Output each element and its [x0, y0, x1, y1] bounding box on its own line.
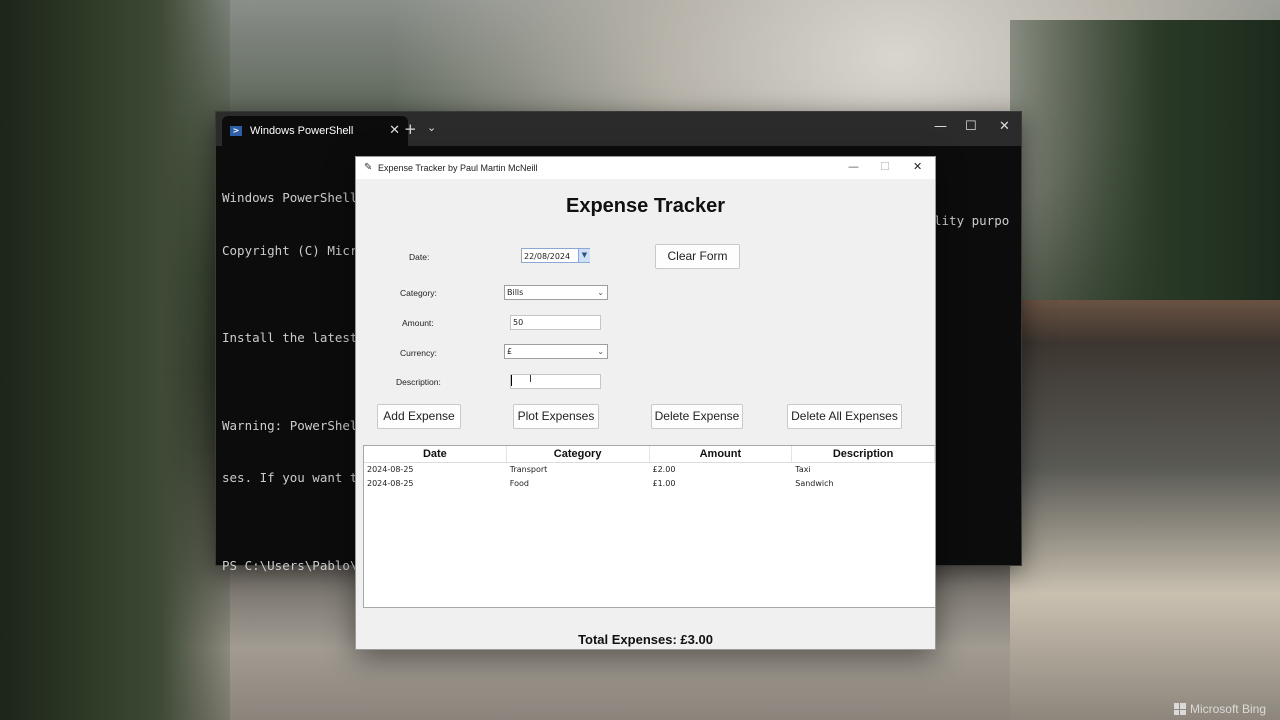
terminal-titlebar[interactable]: > Windows PowerShell ✕ + ⌄ — ☐ ✕	[216, 112, 1021, 146]
currency-select[interactable]: £ ⌄	[504, 344, 608, 359]
category-label: Category:	[400, 288, 437, 298]
delete-expense-button[interactable]: Delete Expense	[651, 404, 743, 429]
terminal-tab[interactable]: > Windows PowerShell ✕	[222, 116, 408, 146]
cell-amount: £2.00	[652, 465, 676, 474]
table-row[interactable]: 2024-08-25 Transport £2.00 Taxi	[364, 463, 935, 477]
column-header-amount[interactable]: Amount	[650, 446, 793, 462]
watermark-text: Microsoft Bing	[1189, 702, 1266, 716]
plot-expenses-button[interactable]: Plot Expenses	[513, 404, 599, 429]
description-label: Description:	[396, 377, 441, 387]
date-label: Date:	[409, 252, 430, 262]
cell-date: 2024-08-25	[367, 465, 414, 474]
clear-form-button[interactable]: Clear Form	[655, 244, 740, 269]
description-field[interactable]	[510, 374, 601, 389]
table-header: Date Category Amount Description	[364, 446, 935, 463]
amount-label: Amount:	[402, 318, 434, 328]
new-tab-icon[interactable]: +	[404, 120, 417, 138]
powershell-icon: >	[230, 126, 242, 136]
windows-logo-icon	[1173, 703, 1186, 715]
cell-amount: £1.00	[652, 479, 676, 488]
page-title: Expense Tracker	[566, 195, 725, 217]
close-window-icon[interactable]: ✕	[913, 160, 922, 173]
column-header-description[interactable]: Description	[792, 446, 935, 462]
cell-description: Taxi	[795, 465, 811, 474]
table-row[interactable]: 2024-08-25 Food £1.00 Sandwich	[364, 477, 935, 491]
calendar-dropdown-icon[interactable]: ▼	[578, 249, 590, 262]
amount-field[interactable]: 50	[510, 315, 601, 330]
terminal-tab-title: Windows PowerShell	[250, 125, 354, 137]
delete-all-expenses-button[interactable]: Delete All Expenses	[787, 404, 902, 429]
maximize-icon[interactable]: ☐	[965, 119, 977, 134]
terminal-line-fragment: lity purpo	[934, 213, 1010, 228]
wallpaper-lake	[1010, 300, 1280, 720]
app-titlebar[interactable]: ✎ Expense Tracker by Paul Martin McNeill…	[356, 157, 935, 179]
column-header-category[interactable]: Category	[507, 446, 650, 462]
chevron-down-icon[interactable]: ⌄	[597, 286, 604, 299]
cell-category: Food	[509, 479, 529, 488]
cell-category: Transport	[509, 465, 548, 474]
text-caret	[511, 375, 512, 386]
category-select[interactable]: Bills ⌄	[504, 285, 608, 300]
wallpaper-trees	[1010, 20, 1280, 320]
add-expense-button[interactable]: Add Expense	[377, 404, 461, 429]
currency-label: Currency:	[400, 348, 437, 358]
bing-watermark: Microsoft Bing	[1173, 702, 1266, 716]
expense-table[interactable]: Date Category Amount Description 2024-08…	[363, 445, 935, 608]
feather-icon: ✎	[364, 162, 373, 173]
chevron-down-icon[interactable]: ⌄	[427, 121, 436, 134]
category-value: Bills	[507, 288, 524, 297]
column-header-date[interactable]: Date	[364, 446, 507, 462]
wallpaper-forest	[0, 0, 230, 720]
close-window-icon[interactable]: ✕	[999, 119, 1010, 134]
cell-date: 2024-08-25	[367, 479, 414, 488]
chevron-down-icon[interactable]: ⌄	[597, 345, 604, 358]
app-window-title: Expense Tracker by Paul Martin McNeill	[378, 163, 538, 173]
expense-tracker-window[interactable]: ✎ Expense Tracker by Paul Martin McNeill…	[355, 156, 936, 650]
currency-value: £	[507, 347, 513, 356]
maximize-icon[interactable]: ☐	[880, 160, 890, 173]
cell-description: Sandwich	[795, 479, 834, 488]
close-tab-icon[interactable]: ✕	[389, 123, 400, 138]
text-cursor-icon: I	[529, 374, 532, 385]
minimize-icon[interactable]: —	[934, 119, 947, 134]
minimize-icon[interactable]: —	[848, 160, 859, 173]
total-expenses: Total Expenses: £3.00	[578, 632, 713, 647]
